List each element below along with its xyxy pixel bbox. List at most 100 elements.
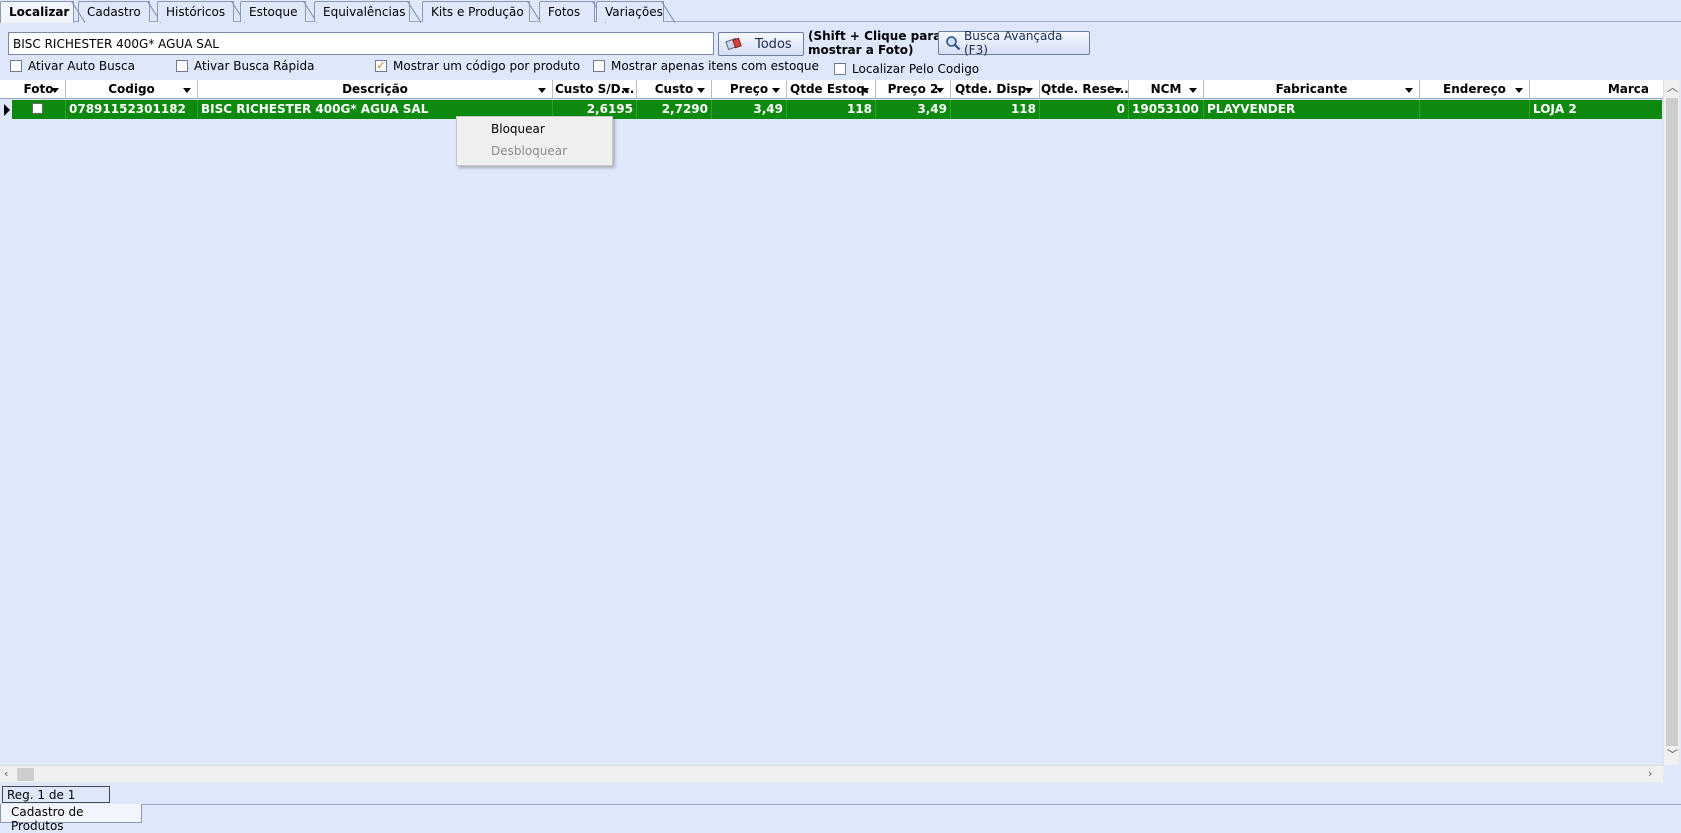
tab-cadastro[interactable]: Cadastro xyxy=(78,1,161,23)
table-row[interactable]: 07891152301182 BISC RICHESTER 400G* AGUA… xyxy=(12,100,1662,119)
column-header-preco2[interactable]: Preço 2 xyxy=(876,80,951,99)
cell-fabricante[interactable]: PLAYVENDER xyxy=(1204,100,1420,119)
tab-cadastro-de-produtos[interactable]: Cadastro de Produtos xyxy=(0,804,142,833)
column-header-qtde-rese[interactable]: Qtde. Rese... xyxy=(1040,80,1129,99)
column-label: Fabricante xyxy=(1275,82,1348,96)
tab-label: Kits e Produção xyxy=(431,5,524,19)
um-codigo-option[interactable]: ✓ Mostrar um código por produto xyxy=(375,59,580,73)
cell-preco[interactable]: 3,49 xyxy=(712,100,787,119)
scroll-down-icon[interactable]: ﹀ xyxy=(1667,749,1678,761)
cell-marca[interactable]: LOJA 2 xyxy=(1530,100,1662,119)
dropdown-arrow-icon[interactable] xyxy=(772,88,780,93)
menu-item-bloquear[interactable]: Bloquear xyxy=(491,122,545,136)
dropdown-arrow-icon[interactable] xyxy=(1025,88,1033,93)
bottom-tab-label: Cadastro de Produtos xyxy=(11,805,84,833)
column-label: Preço xyxy=(729,82,769,96)
scroll-right-icon[interactable]: › xyxy=(1648,768,1652,780)
foto-checkbox[interactable] xyxy=(32,103,43,114)
cell-qtde-disp[interactable]: 118 xyxy=(951,100,1040,119)
busca-rapida-checkbox[interactable] xyxy=(176,60,188,72)
column-header-descricao[interactable]: Descrição xyxy=(198,80,553,99)
cell-qtde-estoq[interactable]: 118 xyxy=(787,100,876,119)
tab-label: Variações xyxy=(605,5,663,19)
column-header-custo-sd[interactable]: Custo S/D... xyxy=(553,80,637,99)
cell-custo[interactable]: 2,7290 xyxy=(637,100,712,119)
todos-button[interactable]: Todos xyxy=(718,32,804,56)
grid-header: Foto Codigo Descrição Custo S/D... Custo… xyxy=(0,80,1663,99)
pelo-codigo-option[interactable]: Localizar Pelo Codigo xyxy=(834,62,979,76)
tab-equivalencias[interactable]: Equivalências xyxy=(314,1,421,23)
com-estoque-checkbox[interactable] xyxy=(593,60,605,72)
column-label: Endereço xyxy=(1443,82,1506,96)
busca-rapida-option[interactable]: Ativar Busca Rápida xyxy=(176,59,314,73)
tab-label: Localizar xyxy=(9,5,70,19)
um-codigo-checkbox[interactable]: ✓ xyxy=(375,60,387,72)
tab-label: Equivalências xyxy=(323,5,406,19)
tab-kits-producao[interactable]: Kits e Produção xyxy=(422,1,541,23)
column-header-custo[interactable]: Custo xyxy=(637,80,712,99)
column-header-marca[interactable]: Marca xyxy=(1530,80,1663,99)
tab-fotos[interactable]: Fotos xyxy=(539,1,606,23)
horizontal-scrollbar[interactable]: ‹ › xyxy=(0,765,1663,782)
search-input[interactable] xyxy=(8,32,714,55)
dropdown-arrow-icon[interactable] xyxy=(1515,88,1523,93)
column-header-codigo[interactable]: Codigo xyxy=(66,80,198,99)
column-header-ncm[interactable]: NCM xyxy=(1129,80,1204,99)
cell-endereco[interactable] xyxy=(1420,100,1530,119)
advanced-search-button[interactable]: Busca Avançada (F3) xyxy=(938,29,1090,57)
photo-hint: (Shift + Clique para mostrar a Foto) xyxy=(808,29,941,57)
column-header-endereco[interactable]: Endereço xyxy=(1420,80,1530,99)
tab-label: Fotos xyxy=(548,5,581,19)
column-header-preco[interactable]: Preço xyxy=(712,80,787,99)
context-menu: Bloquear Desbloquear xyxy=(456,116,613,166)
auto-busca-checkbox[interactable] xyxy=(10,60,22,72)
column-header-qtde-estoq[interactable]: Qtde Estoq. xyxy=(787,80,876,99)
eraser-icon xyxy=(725,37,743,51)
dropdown-arrow-icon[interactable] xyxy=(1405,88,1413,93)
dropdown-arrow-icon[interactable] xyxy=(538,88,546,93)
tab-label: Cadastro xyxy=(87,5,141,19)
column-label: Qtde Estoq. xyxy=(790,82,870,96)
cell-ncm[interactable]: 19053100 xyxy=(1129,100,1204,119)
column-header-fabricante[interactable]: Fabricante xyxy=(1204,80,1420,99)
vertical-scroll-thumb[interactable] xyxy=(1666,98,1678,746)
hint-line-1: (Shift + Clique para xyxy=(808,29,942,43)
dropdown-arrow-icon[interactable] xyxy=(51,88,59,93)
tab-label: Históricos xyxy=(166,5,226,19)
tab-label: Estoque xyxy=(249,5,298,19)
hint-line-2: mostrar a Foto) xyxy=(808,43,914,57)
column-header-qtde-disp[interactable]: Qtde. Disp. xyxy=(951,80,1040,99)
tab-historicos[interactable]: Históricos xyxy=(157,1,245,23)
advanced-search-label: Busca Avançada (F3) xyxy=(964,29,1063,57)
tab-localizar[interactable]: Localizar xyxy=(0,1,85,23)
horizontal-scroll-thumb[interactable] xyxy=(17,768,34,781)
tab-variacoes[interactable]: Variações xyxy=(596,1,675,23)
pelo-codigo-label: Localizar Pelo Codigo xyxy=(852,62,980,76)
menu-item-desbloquear: Desbloquear xyxy=(491,144,568,158)
column-label: Codigo xyxy=(108,82,155,96)
dropdown-arrow-icon[interactable] xyxy=(1114,88,1122,93)
column-label: Preço 2 xyxy=(887,82,939,96)
com-estoque-option[interactable]: Mostrar apenas itens com estoque xyxy=(593,59,819,73)
cell-qtde-rese[interactable]: 0 xyxy=(1040,100,1129,119)
column-header-foto[interactable]: Foto xyxy=(12,80,66,99)
dropdown-arrow-icon[interactable] xyxy=(861,88,869,93)
column-label: NCM xyxy=(1150,82,1182,96)
auto-busca-option[interactable]: Ativar Auto Busca xyxy=(10,59,135,73)
tab-estoque[interactable]: Estoque xyxy=(240,1,317,23)
cell-foto[interactable] xyxy=(12,100,66,119)
bottom-tab-strip: Cadastro de Produtos xyxy=(0,804,1681,833)
cell-codigo[interactable]: 07891152301182 xyxy=(66,100,198,119)
column-label: Foto xyxy=(23,82,54,96)
dropdown-arrow-icon[interactable] xyxy=(1189,88,1197,93)
dropdown-arrow-icon[interactable] xyxy=(622,88,630,93)
vertical-scrollbar[interactable]: ︿ ﹀ xyxy=(1663,80,1679,765)
pelo-codigo-checkbox[interactable] xyxy=(834,63,846,75)
scroll-left-icon[interactable]: ‹ xyxy=(4,768,8,780)
cell-preco2[interactable]: 3,49 xyxy=(876,100,951,119)
scroll-up-icon[interactable]: ︿ xyxy=(1667,82,1678,94)
dropdown-arrow-icon[interactable] xyxy=(697,88,705,93)
dropdown-arrow-icon[interactable] xyxy=(183,88,191,93)
dropdown-arrow-icon[interactable] xyxy=(936,88,944,93)
record-counter: Reg. 1 de 1 xyxy=(2,786,110,803)
